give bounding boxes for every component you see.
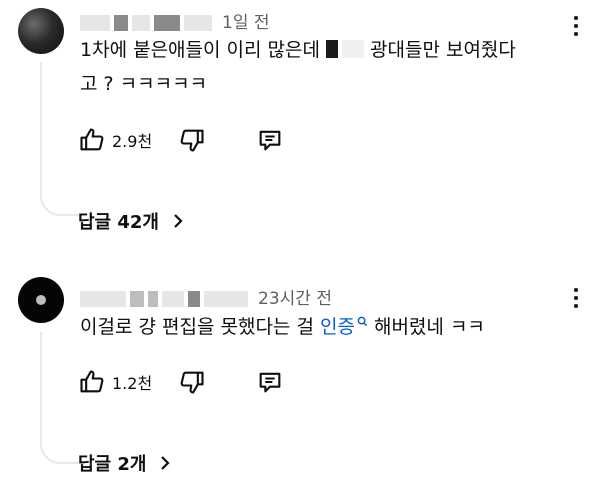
avatar[interactable] <box>18 8 64 54</box>
hashtag-link[interactable]: 인증 <box>320 316 368 338</box>
comment-text: 1차에 붙은애들이 이리 많은데 광대들만 보여줬다 고 ? ㅋㅋㅋㅋㅋ <box>80 33 550 101</box>
search-icon <box>357 316 368 327</box>
view-replies-button[interactable]: 답글 2개 <box>78 450 172 476</box>
like-count: 1.2천 <box>112 374 153 393</box>
thumb-up-icon[interactable] <box>78 126 106 154</box>
chevron-right-icon <box>174 214 183 228</box>
chevron-right-icon <box>161 456 171 470</box>
redacted-block <box>325 40 338 58</box>
comment-time[interactable]: 1일 전 <box>222 13 270 33</box>
comment-meta: 1일 전 <box>80 8 270 33</box>
redacted-username <box>132 15 150 31</box>
comment-icon[interactable] <box>256 368 284 396</box>
replies-label: 답글 2개 <box>78 454 147 475</box>
comment-text: 이걸로 걍 편집을 못했다는 걸 인증 해버렸네 ㅋㅋ <box>80 310 550 344</box>
comment-text-part: 광대들만 보여줬다 <box>370 39 516 61</box>
avatar[interactable] <box>18 277 64 323</box>
more-vert-icon[interactable] <box>573 288 579 312</box>
comment-time[interactable]: 23시간 전 <box>258 289 332 309</box>
link-text: 인증 <box>319 316 355 338</box>
comment-text-part: 해버렸네 ㅋㅋ <box>373 316 485 338</box>
thumb-down-icon[interactable] <box>178 126 206 154</box>
redacted-username <box>114 15 128 31</box>
thread-line <box>40 332 84 464</box>
redacted-username <box>204 291 248 307</box>
comment-icon[interactable] <box>256 126 284 154</box>
view-replies-button[interactable]: 답글 42개 <box>78 208 185 234</box>
comment-1: 1일 전 1차에 붙은애들이 이리 많은데 광대들만 보여줬다 고 ? ㅋㅋㅋㅋ… <box>0 0 600 260</box>
redacted-username <box>154 15 180 31</box>
more-vert-icon[interactable] <box>573 16 579 40</box>
redacted-username <box>80 291 126 307</box>
redacted-username <box>162 291 184 307</box>
comment-text-part: 고 ? ㅋㅋㅋㅋㅋ <box>80 73 208 95</box>
comment-2: 23시간 전 이걸로 걍 편집을 못했다는 걸 인증 해버렸네 ㅋㅋ 1.2천 … <box>0 260 600 501</box>
replies-label: 답글 42개 <box>78 212 159 233</box>
redacted-username <box>80 15 110 31</box>
thumb-up-icon[interactable] <box>78 368 106 396</box>
redacted-username <box>188 291 200 307</box>
redacted-block <box>341 40 364 58</box>
comment-text-part: 1차에 붙은애들이 이리 많은데 <box>80 39 320 61</box>
comment-actions: 1.2천 <box>78 368 284 396</box>
comment-meta: 23시간 전 <box>80 284 332 309</box>
thumb-down-icon[interactable] <box>178 368 206 396</box>
comment-text-part: 이걸로 걍 편집을 못했다는 걸 <box>80 316 314 338</box>
comment-actions: 2.9천 <box>78 126 284 154</box>
redacted-username <box>130 291 144 307</box>
redacted-username <box>148 291 158 307</box>
like-count: 2.9천 <box>112 132 153 151</box>
redacted-username <box>184 15 212 31</box>
